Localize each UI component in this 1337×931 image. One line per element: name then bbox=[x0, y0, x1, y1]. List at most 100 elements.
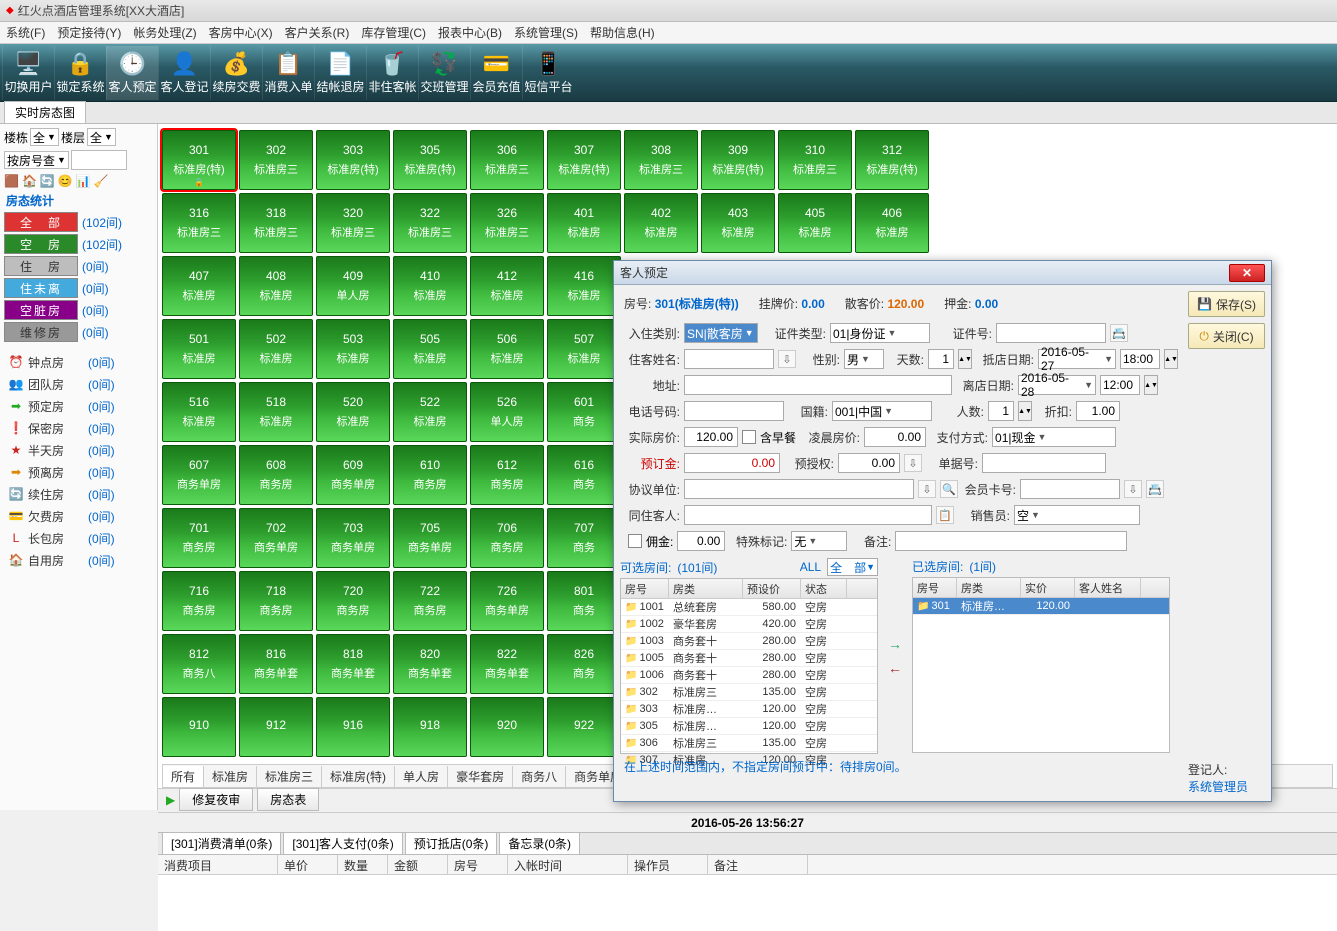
available-room-row[interactable]: 📁1005商务套十280.00空房 bbox=[621, 650, 877, 667]
leave-date-input[interactable]: 2016-05-28▼ bbox=[1018, 375, 1096, 395]
commission-checkbox[interactable] bbox=[628, 534, 642, 548]
menu-item[interactable]: 帮助信息(H) bbox=[590, 24, 655, 41]
home-icon[interactable]: 🏠 bbox=[22, 174, 37, 188]
room-916[interactable]: 916 bbox=[316, 697, 390, 757]
available-room-row[interactable]: 📁1002豪华套房420.00空房 bbox=[621, 616, 877, 633]
room-522[interactable]: 522标准房 bbox=[393, 382, 467, 442]
room-505[interactable]: 505标准房 bbox=[393, 319, 467, 379]
id-type-select[interactable]: 01|身份证▼ bbox=[830, 323, 930, 343]
rate-input[interactable]: 120.00 bbox=[684, 427, 738, 447]
stat-filter[interactable]: 全 部 bbox=[4, 212, 78, 232]
room-526[interactable]: 526单人房 bbox=[470, 382, 544, 442]
stat-filter[interactable]: 维修房 bbox=[4, 322, 78, 342]
leave-time-input[interactable]: 12:00 bbox=[1100, 375, 1140, 395]
remark-input[interactable] bbox=[895, 531, 1127, 551]
room-702[interactable]: 702商务单房 bbox=[239, 508, 313, 568]
available-room-row[interactable]: 📁305标准房…120.00空房 bbox=[621, 718, 877, 735]
page-tab-roomstatus[interactable]: 实时房态图 bbox=[4, 101, 86, 123]
filter-tab[interactable]: 标准房三 bbox=[257, 766, 322, 787]
advance-input[interactable]: 0.00 bbox=[684, 453, 780, 473]
room-318[interactable]: 318标准房三 bbox=[239, 193, 313, 253]
toolbar-客人登记[interactable]: 👤客人登记 bbox=[158, 46, 210, 100]
broom-icon[interactable]: 🧹 bbox=[94, 174, 109, 188]
arrive-date-input[interactable]: 2016-05-27▼ bbox=[1038, 349, 1116, 369]
toolbar-短信平台[interactable]: 📱短信平台 bbox=[522, 46, 574, 100]
breakfast-checkbox[interactable] bbox=[742, 430, 756, 444]
search-input[interactable] bbox=[71, 150, 127, 170]
toolbar-会员充值[interactable]: 💳会员充值 bbox=[470, 46, 522, 100]
order-no-input[interactable] bbox=[982, 453, 1106, 473]
dialog-titlebar[interactable]: 客人预定 ✕ bbox=[614, 261, 1271, 285]
room-912[interactable]: 912 bbox=[239, 697, 313, 757]
phone-input[interactable] bbox=[684, 401, 784, 421]
menu-item[interactable]: 库存管理(C) bbox=[361, 24, 426, 41]
room-801[interactable]: 801商务 bbox=[547, 571, 621, 631]
room-816[interactable]: 816商务单套 bbox=[239, 634, 313, 694]
room-706[interactable]: 706商务房 bbox=[470, 508, 544, 568]
grid-view-icon[interactable]: 🟫 bbox=[4, 174, 19, 188]
roomtype-filter-select[interactable]: 全 部▼ bbox=[827, 558, 878, 576]
mark-select[interactable]: 无▼ bbox=[791, 531, 847, 551]
toolbar-消费入单[interactable]: 📋消费入单 bbox=[262, 46, 314, 100]
room-720[interactable]: 720商务房 bbox=[316, 571, 390, 631]
pax-input[interactable]: 1 bbox=[988, 401, 1014, 421]
room-412[interactable]: 412标准房 bbox=[470, 256, 544, 316]
menu-item[interactable]: 系统(F) bbox=[6, 24, 45, 41]
room-726[interactable]: 726商务单房 bbox=[470, 571, 544, 631]
room-601[interactable]: 601商务 bbox=[547, 382, 621, 442]
room-305[interactable]: 305标准房(特) bbox=[393, 130, 467, 190]
room-822[interactable]: 822商务单套 bbox=[470, 634, 544, 694]
arrive-time-spinner[interactable]: ▲▼ bbox=[1164, 349, 1178, 369]
room-407[interactable]: 407标准房 bbox=[162, 256, 236, 316]
room-518[interactable]: 518标准房 bbox=[239, 382, 313, 442]
room-316[interactable]: 316标准房三 bbox=[162, 193, 236, 253]
room-sheet-tab[interactable]: 房态表 bbox=[257, 788, 319, 811]
room-307[interactable]: 307标准房(特) bbox=[547, 130, 621, 190]
room-502[interactable]: 502标准房 bbox=[239, 319, 313, 379]
room-506[interactable]: 506标准房 bbox=[470, 319, 544, 379]
available-room-row[interactable]: 📁303标准房…120.00空房 bbox=[621, 701, 877, 718]
pay-method-select[interactable]: 01|现金▼ bbox=[992, 427, 1116, 447]
room-312[interactable]: 312标准房(特) bbox=[855, 130, 929, 190]
checkin-type-select[interactable]: SN|散客房▼ bbox=[684, 323, 758, 343]
room-410[interactable]: 410标准房 bbox=[393, 256, 467, 316]
filter-tab[interactable]: 单人房 bbox=[395, 766, 448, 787]
stat-filter[interactable]: 空 房 bbox=[4, 234, 78, 254]
nation-select[interactable]: 001|中国▼ bbox=[832, 401, 932, 421]
discount-input[interactable]: 1.00 bbox=[1076, 401, 1120, 421]
share-add-icon[interactable]: 📋 bbox=[936, 506, 954, 524]
preauth-icon[interactable]: ⇩ bbox=[904, 454, 922, 472]
preauth-input[interactable]: 0.00 bbox=[838, 453, 900, 473]
building-select[interactable]: 全▼ bbox=[30, 128, 59, 146]
room-320[interactable]: 320标准房三 bbox=[316, 193, 390, 253]
move-right-button[interactable]: → bbox=[888, 636, 902, 652]
room-310[interactable]: 310标准房三 bbox=[778, 130, 852, 190]
corp-lookup-icon[interactable]: ⇩ bbox=[918, 480, 936, 498]
room-701[interactable]: 701商务房 bbox=[162, 508, 236, 568]
gender-select[interactable]: 男▼ bbox=[844, 349, 884, 369]
available-room-row[interactable]: 📁1001总统套房580.00空房 bbox=[621, 599, 877, 616]
toolbar-切换用户[interactable]: 🖥️切换用户 bbox=[2, 46, 54, 100]
room-707[interactable]: 707商务 bbox=[547, 508, 621, 568]
menu-item[interactable]: 帐务处理(Z) bbox=[133, 24, 196, 41]
type-filter[interactable]: ➡预定房(0间) bbox=[4, 395, 153, 417]
dawn-rate-input[interactable]: 0.00 bbox=[864, 427, 926, 447]
chart-icon[interactable]: 📊 bbox=[76, 174, 91, 188]
idcard-reader-icon[interactable]: 📇 bbox=[1110, 324, 1128, 342]
stat-filter[interactable]: 住未离 bbox=[4, 278, 78, 298]
card-read-icon[interactable]: 📇 bbox=[1146, 480, 1164, 498]
filter-tab[interactable]: 所有 bbox=[163, 766, 204, 787]
room-303[interactable]: 303标准房(特) bbox=[316, 130, 390, 190]
room-920[interactable]: 920 bbox=[470, 697, 544, 757]
room-408[interactable]: 408标准房 bbox=[239, 256, 313, 316]
room-309[interactable]: 309标准房(特) bbox=[701, 130, 775, 190]
id-no-input[interactable] bbox=[996, 323, 1106, 343]
room-609[interactable]: 609商务单房 bbox=[316, 445, 390, 505]
pax-spinner[interactable]: ▲▼ bbox=[1018, 401, 1032, 421]
floor-select[interactable]: 全▼ bbox=[87, 128, 116, 146]
refresh-icon[interactable]: 🔄 bbox=[40, 174, 55, 188]
corp-search-icon[interactable]: 🔍 bbox=[940, 480, 958, 498]
available-rooms-grid[interactable]: 房号 房类 预设价 状态 📁1001总统套房580.00空房📁1002豪华套房4… bbox=[620, 578, 878, 754]
room-308[interactable]: 308标准房三 bbox=[624, 130, 698, 190]
room-612[interactable]: 612商务房 bbox=[470, 445, 544, 505]
